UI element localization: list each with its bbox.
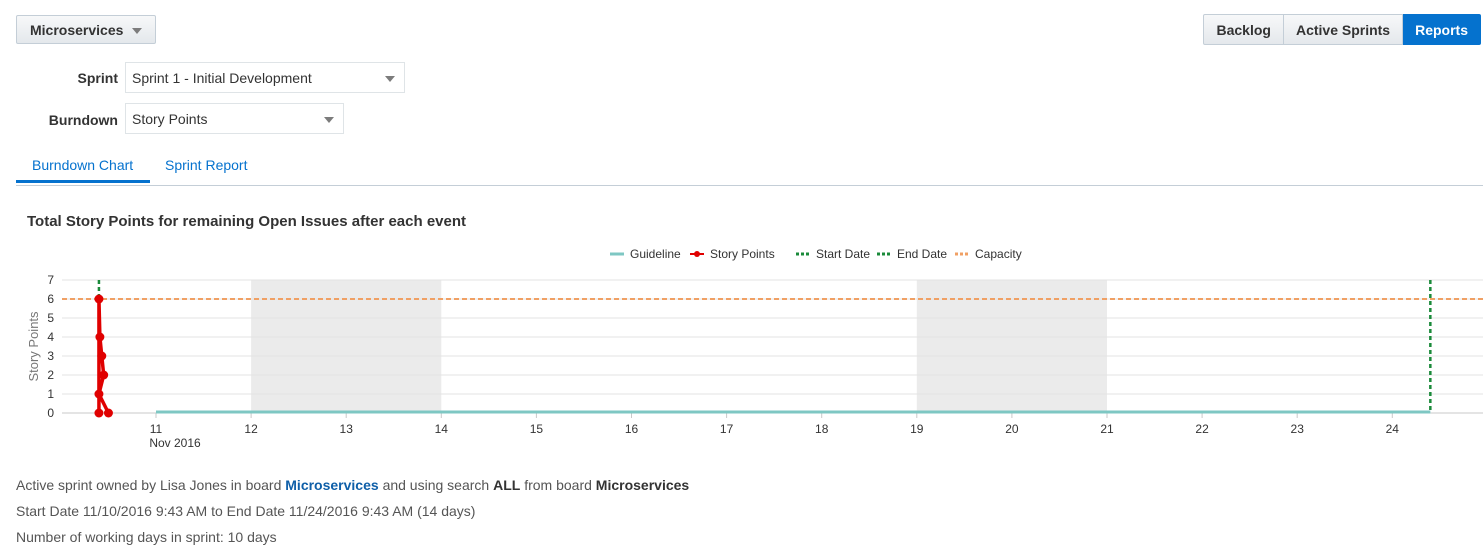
info-text: Active sprint owned by Lisa Jones in boa… — [16, 477, 282, 493]
story-points-marker — [103, 408, 113, 418]
board-link[interactable]: Microservices — [285, 477, 378, 493]
legend-label: End Date — [897, 247, 948, 261]
sprint-label: Sprint — [77, 70, 118, 86]
y-tick-label: 6 — [47, 292, 54, 306]
sprint-select-value: Sprint 1 - Initial Development — [132, 69, 312, 86]
tab-sprint-report[interactable]: Sprint Report — [165, 157, 247, 173]
x-tick-label: 18 — [815, 422, 829, 436]
y-tick-label: 4 — [47, 330, 54, 344]
x-tick-label: 11 — [150, 422, 163, 436]
story-points-marker — [95, 332, 105, 342]
reports-button[interactable]: Reports — [1403, 14, 1481, 45]
chevron-down-icon — [324, 117, 334, 123]
chevron-down-icon — [385, 76, 395, 82]
sprint-select[interactable]: Sprint 1 - Initial Development — [125, 62, 405, 93]
x-tick-label: 17 — [720, 422, 734, 436]
tab-divider — [16, 185, 1483, 186]
legend-swatch — [877, 252, 891, 256]
info-text: and using search — [382, 477, 490, 493]
x-tick-label: 19 — [910, 422, 924, 436]
x-tick-label: 21 — [1100, 422, 1114, 436]
story-points-marker — [94, 294, 104, 304]
legend-item-story-points[interactable]: Story Points — [690, 247, 775, 261]
legend-label: Start Date — [816, 247, 871, 261]
legend-item-start-date[interactable]: Start Date — [796, 247, 870, 261]
x-tick-label: 14 — [435, 422, 449, 436]
backlog-button[interactable]: Backlog — [1203, 14, 1284, 45]
legend-swatch — [610, 252, 624, 256]
x-tick-label: 16 — [625, 422, 639, 436]
search-name: ALL — [493, 477, 521, 493]
legend-item-capacity[interactable]: Capacity — [955, 247, 1022, 261]
source-board-name: Microservices — [595, 477, 690, 493]
legend-item-guideline[interactable]: Guideline — [610, 247, 681, 261]
burndown-select-value: Story Points — [132, 110, 208, 127]
story-points-marker — [94, 408, 104, 418]
y-axis-label: Story Points — [26, 311, 41, 382]
active-tab-indicator — [16, 180, 150, 183]
legend-label: Capacity — [975, 247, 1022, 261]
x-tick-label: 20 — [1005, 422, 1019, 436]
burndown-select[interactable]: Story Points — [125, 103, 344, 134]
x-tick-label: 22 — [1195, 422, 1209, 436]
info-text: from board — [524, 477, 592, 493]
tab-burndown-chart[interactable]: Burndown Chart — [32, 157, 133, 173]
y-tick-label: 3 — [47, 349, 54, 363]
y-tick-label: 5 — [47, 311, 54, 325]
y-tick-label: 1 — [47, 387, 54, 401]
working-days-info: Number of working days in sprint: 10 day… — [16, 529, 277, 545]
legend-swatch — [690, 251, 704, 257]
legend-swatch — [955, 252, 969, 256]
sprint-dates-info: Start Date 11/10/2016 9:43 AM to End Dat… — [16, 503, 476, 519]
chart-legend: Guideline Story Points Start Date End Date C… — [0, 247, 1483, 263]
y-tick-label: 0 — [47, 406, 54, 420]
y-tick-label: 2 — [47, 368, 54, 382]
board-selector-button[interactable]: Microservices — [16, 15, 156, 44]
burndown-label: Burndown — [48, 112, 118, 128]
x-tick-label: 24 — [1386, 422, 1400, 436]
legend-label: Guideline — [630, 247, 681, 261]
legend-label: Story Points — [710, 247, 775, 261]
board-selector-label: Microservices — [30, 21, 124, 38]
x-tick-label: 23 — [1291, 422, 1305, 436]
story-points-marker — [97, 351, 107, 361]
x-tick-sublabel: Nov 2016 — [149, 436, 201, 450]
legend-swatch — [796, 252, 810, 256]
active-sprints-button[interactable]: Active Sprints — [1283, 14, 1404, 45]
x-tick-label: 12 — [244, 422, 258, 436]
x-tick-label: 13 — [340, 422, 354, 436]
story-points-marker — [94, 389, 104, 399]
legend-item-end-date[interactable]: End Date — [877, 247, 947, 261]
story-points-marker — [99, 370, 109, 380]
sprint-owner-info: Active sprint owned by Lisa Jones in boa… — [16, 477, 689, 493]
chart-title: Total Story Points for remaining Open Is… — [27, 213, 466, 230]
burndown-chart: 01234567Story Points11Nov 201612 13 14 15 16… — [26, 273, 1483, 450]
view-switcher: Backlog Active Sprints Reports — [1203, 14, 1481, 45]
x-tick-label: 15 — [530, 422, 544, 436]
chevron-down-icon — [132, 28, 142, 34]
y-tick-label: 7 — [47, 273, 54, 287]
